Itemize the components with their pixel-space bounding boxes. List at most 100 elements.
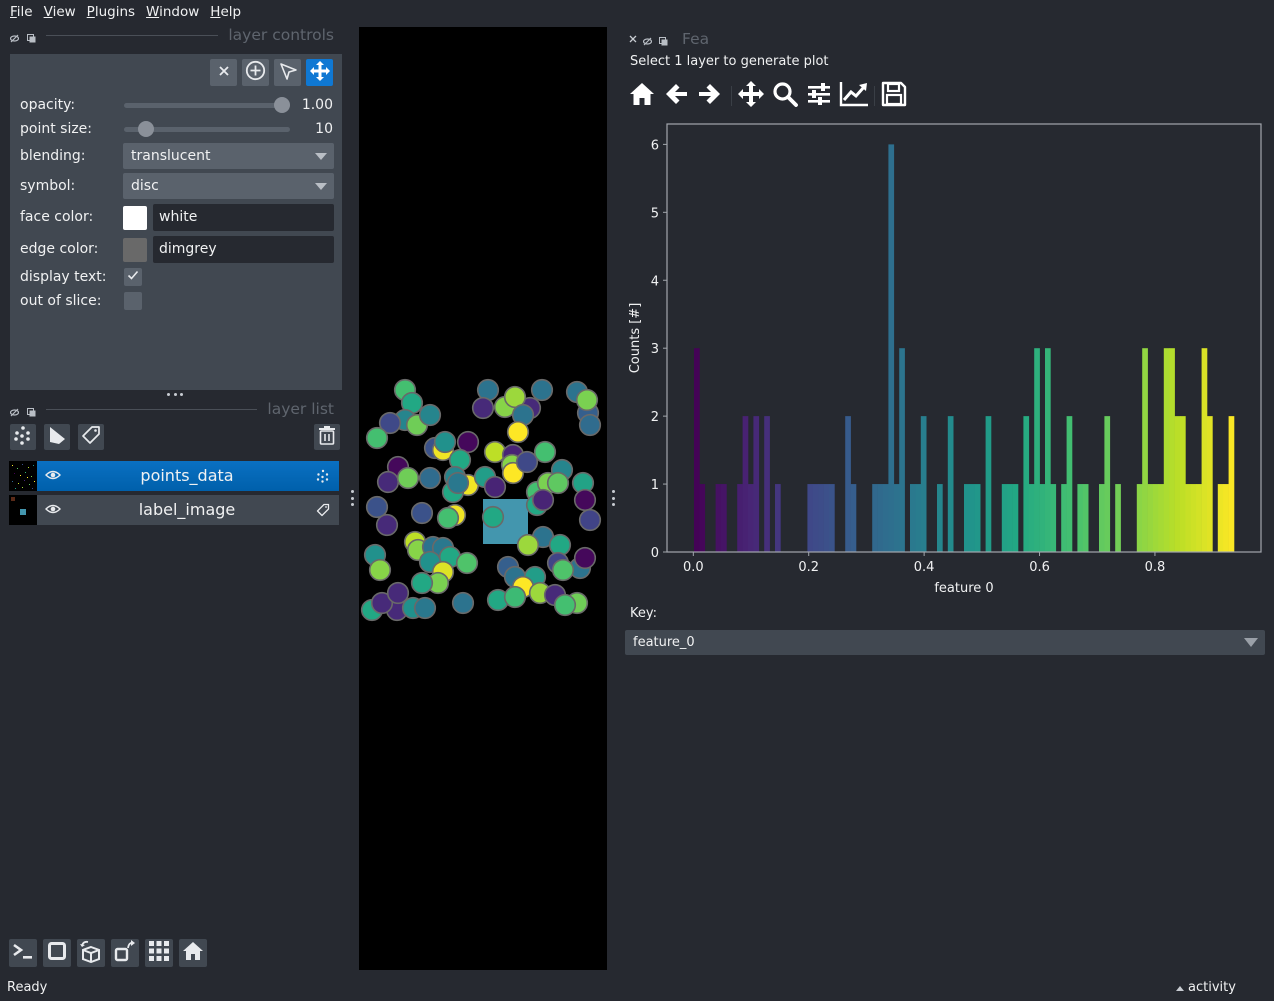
float-dock-button[interactable] bbox=[659, 34, 668, 46]
select-points-button[interactable] bbox=[274, 59, 301, 86]
histogram-bar bbox=[1082, 484, 1089, 552]
point-marker[interactable] bbox=[418, 466, 442, 490]
point-size-slider-handle[interactable] bbox=[137, 121, 154, 137]
point-marker[interactable] bbox=[578, 508, 602, 532]
point-marker[interactable] bbox=[573, 488, 597, 512]
viewer-canvas[interactable] bbox=[359, 27, 607, 970]
add-points-button[interactable] bbox=[242, 59, 269, 86]
point-marker[interactable] bbox=[506, 420, 530, 444]
delete-selected-points-button[interactable] bbox=[210, 59, 237, 86]
grid-view-button[interactable] bbox=[145, 939, 173, 967]
point-marker[interactable] bbox=[533, 440, 557, 464]
float-dock-icon[interactable] bbox=[27, 405, 36, 416]
pan-zoom-button[interactable] bbox=[306, 59, 333, 86]
toolbar-zoom-button[interactable] bbox=[771, 82, 799, 110]
point-size-slider[interactable] bbox=[124, 121, 290, 137]
point-marker[interactable] bbox=[410, 501, 434, 525]
edge-color-field[interactable]: dimgrey bbox=[153, 236, 334, 263]
point-marker[interactable] bbox=[483, 440, 507, 464]
menu-view[interactable]: View bbox=[44, 0, 76, 24]
toolbar-save-button[interactable] bbox=[880, 81, 908, 110]
point-marker[interactable] bbox=[553, 593, 577, 617]
toolbar-pan-button[interactable] bbox=[737, 81, 765, 110]
hide-dock-icon[interactable] bbox=[9, 31, 20, 42]
point-marker[interactable] bbox=[376, 470, 400, 494]
delete-layer-button[interactable] bbox=[314, 424, 340, 450]
symbol-dropdown[interactable]: disc bbox=[123, 173, 334, 199]
display-text-checkbox[interactable] bbox=[124, 268, 142, 286]
thumbnail-label-2 bbox=[20, 509, 26, 515]
face-color-swatch[interactable] bbox=[123, 206, 147, 230]
point-marker[interactable] bbox=[413, 596, 437, 620]
new-labels-layer-button[interactable] bbox=[78, 424, 104, 450]
histogram-bar bbox=[715, 484, 722, 552]
point-marker[interactable] bbox=[410, 571, 434, 595]
opacity-slider-track bbox=[124, 103, 290, 108]
menu-help[interactable]: Help bbox=[210, 0, 241, 24]
point-marker[interactable] bbox=[433, 430, 457, 454]
reset-view-button[interactable] bbox=[179, 939, 207, 967]
hide-dock-icon[interactable] bbox=[9, 405, 20, 416]
point-marker[interactable] bbox=[481, 505, 505, 529]
point-marker[interactable] bbox=[546, 471, 570, 495]
point-marker[interactable] bbox=[516, 533, 540, 557]
hide-dock-button[interactable] bbox=[642, 34, 653, 46]
new-shapes-layer-button[interactable] bbox=[44, 424, 70, 450]
histogram-bar bbox=[807, 484, 814, 552]
layer-row-points-data[interactable]: points_data bbox=[9, 461, 339, 491]
point-marker[interactable] bbox=[483, 475, 507, 499]
layer-name[interactable]: label_image bbox=[49, 495, 325, 525]
point-marker[interactable] bbox=[365, 495, 389, 519]
transpose-dimensions-button[interactable] bbox=[111, 939, 139, 967]
menu-file[interactable]: File bbox=[10, 0, 33, 24]
point-marker[interactable] bbox=[375, 513, 399, 537]
layer-row-label-image[interactable]: label_image bbox=[9, 495, 339, 525]
point-marker[interactable] bbox=[503, 585, 527, 609]
toolbar-configure-subplots-button[interactable] bbox=[806, 82, 832, 110]
menu-window[interactable]: Window bbox=[146, 0, 199, 24]
left-dock-splitter[interactable] bbox=[349, 490, 355, 506]
face-color-field[interactable]: white bbox=[153, 204, 334, 231]
point-marker[interactable] bbox=[368, 558, 392, 582]
dock-resize-handle[interactable] bbox=[167, 393, 183, 398]
float-dock-icon[interactable] bbox=[27, 31, 36, 42]
roll-dimensions-button[interactable] bbox=[77, 939, 105, 967]
point-marker[interactable] bbox=[551, 558, 575, 582]
out-of-slice-checkbox[interactable] bbox=[124, 292, 142, 310]
ndisplay-toggle-button[interactable] bbox=[43, 939, 71, 967]
histogram-bar bbox=[1147, 484, 1154, 552]
point-marker[interactable] bbox=[471, 396, 495, 420]
point-marker[interactable] bbox=[575, 388, 599, 412]
key-dropdown[interactable]: feature_0 bbox=[625, 630, 1265, 655]
opacity-slider[interactable] bbox=[124, 97, 290, 113]
point-marker[interactable] bbox=[436, 506, 460, 530]
point-marker[interactable] bbox=[396, 466, 420, 490]
layer-name[interactable]: points_data bbox=[49, 461, 325, 491]
sliders-icon bbox=[807, 82, 831, 110]
point-marker[interactable] bbox=[365, 426, 389, 450]
point-marker[interactable] bbox=[446, 471, 470, 495]
edge-color-swatch[interactable] bbox=[123, 238, 147, 262]
console-button[interactable] bbox=[9, 939, 37, 967]
point-marker[interactable] bbox=[573, 546, 597, 570]
point-marker[interactable] bbox=[455, 551, 479, 575]
feature-histogram[interactable]: 0.0 0.2 0.4 0.6 0.8 0 1 2 3 4 5 6 feature 0 Counts [#… bbox=[620, 115, 1270, 605]
point-marker[interactable] bbox=[530, 378, 554, 402]
right-dock-splitter[interactable] bbox=[610, 490, 616, 506]
toolbar-home-button[interactable] bbox=[628, 82, 656, 110]
activity-button[interactable]: activity bbox=[1176, 980, 1236, 996]
points-layer-type-icon bbox=[316, 469, 330, 487]
point-marker[interactable] bbox=[578, 413, 602, 437]
new-points-layer-button[interactable] bbox=[10, 424, 36, 450]
close-dock-button[interactable] bbox=[627, 33, 639, 45]
menu-plugins[interactable]: Plugins bbox=[87, 0, 135, 24]
blending-dropdown[interactable]: translucent bbox=[123, 143, 334, 169]
point-marker[interactable] bbox=[418, 403, 442, 427]
toolbar-back-button[interactable] bbox=[663, 82, 689, 110]
toolbar-edit-axis-button[interactable] bbox=[839, 82, 869, 110]
point-marker[interactable] bbox=[531, 488, 555, 512]
toolbar-forward-button[interactable] bbox=[697, 82, 723, 110]
point-marker[interactable] bbox=[515, 450, 539, 474]
opacity-slider-handle[interactable] bbox=[274, 97, 290, 113]
point-marker[interactable] bbox=[451, 591, 475, 615]
